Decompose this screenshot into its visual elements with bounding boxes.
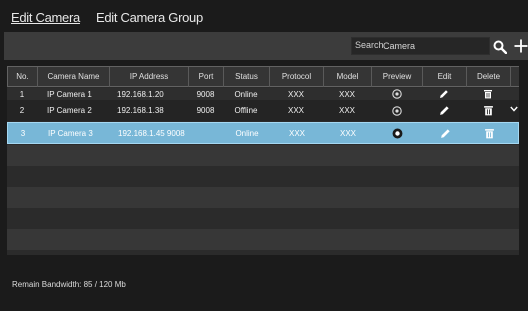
edit-cell	[422, 100, 466, 121]
table-row[interactable]: 1 IP Camera 1 192.168.1.20 9008 Online X…	[7, 88, 519, 100]
preview-icon[interactable]	[392, 128, 403, 139]
search-icon[interactable]	[493, 40, 507, 54]
cell-protocol: XXX	[287, 89, 304, 99]
edit-cell	[422, 88, 466, 100]
cell-no: 2	[19, 106, 25, 115]
search-box: Search	[351, 37, 490, 55]
cell-model: XXX	[338, 89, 355, 99]
pencil-icon[interactable]	[439, 89, 449, 99]
empty-row	[7, 145, 519, 166]
cell-protocol: XXX	[288, 128, 305, 138]
table-row-selected[interactable]: 3 IP Camera 3 192.168.1.45 9008 Online X…	[7, 122, 519, 144]
trash-icon[interactable]	[483, 105, 494, 116]
table-row[interactable]: 2 IP Camera 2 192.168.1.38 9008 Offline …	[7, 100, 519, 121]
cell-camera-name: IP Camera 1	[47, 89, 92, 99]
delete-cell	[466, 100, 510, 121]
column-header-port[interactable]: Port	[188, 67, 223, 87]
trash-icon[interactable]	[484, 128, 495, 139]
column-header-no[interactable]: No.	[7, 67, 37, 87]
cell-port: 9008	[196, 106, 215, 115]
table-header: No. Camera Name IP Address Port Status P…	[7, 66, 519, 87]
remain-bandwidth: Remain Bandwidth: 85 / 120 Mb	[12, 280, 126, 289]
preview-icon[interactable]	[391, 89, 402, 99]
column-header-edit[interactable]: Edit	[422, 67, 466, 87]
column-header-preview[interactable]: Preview	[371, 67, 422, 87]
empty-row	[7, 187, 519, 208]
cell-port: 9008	[196, 89, 215, 99]
column-header-status[interactable]: Status	[223, 67, 269, 87]
cell-status: Offline	[234, 106, 258, 115]
footer: Remain Bandwidth: 85 / 120 Mb	[0, 256, 528, 311]
delete-cell	[467, 123, 511, 143]
empty-row	[7, 229, 519, 250]
camera-table: No. Camera Name IP Address Port Status P…	[7, 66, 519, 255]
cell-camera-name: IP Camera 2	[47, 106, 92, 115]
empty-row	[7, 166, 519, 187]
pencil-icon[interactable]	[440, 128, 451, 139]
preview-cell	[371, 100, 422, 121]
plus-icon[interactable]	[514, 39, 528, 53]
empty-row	[7, 208, 519, 229]
cell-ip-address: 192.168.1.38	[117, 106, 164, 115]
cell-ip-address: 192.168.1.45 9008	[118, 128, 185, 138]
tab-edit-camera-group[interactable]: Edit Camera Group	[96, 10, 203, 25]
pencil-icon[interactable]	[439, 105, 450, 116]
column-header-model[interactable]: Model	[323, 67, 371, 87]
tab-edit-camera[interactable]: Edit Camera	[11, 10, 80, 25]
cell-model: XXX	[339, 128, 356, 138]
cell-status: Online	[234, 89, 258, 99]
column-header-camera-name[interactable]: Camera Name	[37, 67, 109, 87]
column-header-ip-address[interactable]: IP Address	[109, 67, 188, 87]
delete-cell	[466, 88, 510, 100]
cell-no: 3	[20, 128, 26, 138]
cell-status: Online	[235, 128, 259, 138]
edit-cell	[423, 123, 467, 143]
column-header-protocol[interactable]: Protocol	[269, 67, 323, 87]
cell-ip-address: 192.168.1.20	[117, 89, 164, 99]
cell-no: 1	[19, 89, 25, 99]
search-label: Search	[355, 40, 384, 50]
search-input[interactable]	[383, 39, 489, 53]
cell-protocol: XXX	[287, 106, 304, 115]
preview-icon[interactable]	[391, 105, 402, 116]
cell-model: XXX	[338, 106, 355, 115]
tab-bar: Edit Camera Edit Camera Group	[0, 0, 528, 32]
trash-icon[interactable]	[483, 89, 493, 99]
toolbar: Search	[4, 32, 528, 60]
preview-cell	[371, 88, 422, 100]
column-header-delete[interactable]: Delete	[466, 67, 510, 87]
chevron-down-icon[interactable]	[510, 106, 518, 112]
preview-cell	[372, 123, 423, 143]
cell-camera-name: IP Camera 3	[48, 128, 93, 138]
